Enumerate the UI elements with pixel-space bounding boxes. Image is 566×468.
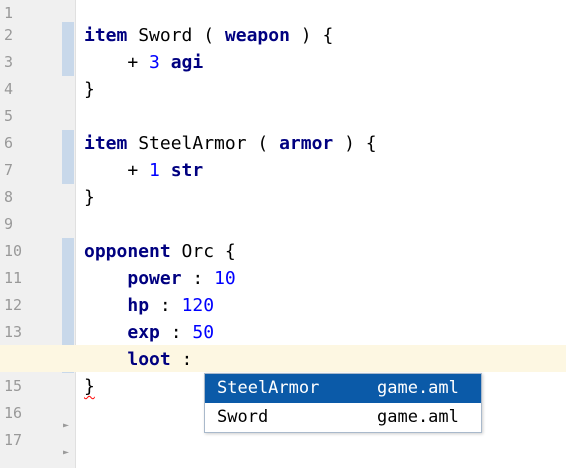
fold-marker-block-1[interactable]	[62, 22, 74, 76]
autocomplete-popup: SteelArmor game.aml Sword game.aml	[204, 373, 482, 433]
code-line-8[interactable]: }	[84, 184, 95, 211]
code-line-7[interactable]: + 1 str	[84, 157, 203, 184]
code-line-3[interactable]: + 3 agi	[84, 49, 203, 76]
property-key: exp	[127, 322, 160, 343]
line-number-15: 15	[4, 377, 23, 395]
item-type: armor	[279, 133, 334, 154]
property-separator: :	[149, 295, 182, 316]
property-key: power	[127, 268, 182, 289]
autocomplete-item-sword[interactable]: Sword game.aml	[205, 403, 481, 432]
code-line-14[interactable]: loot :	[84, 346, 192, 373]
line-number-6: 6	[4, 134, 14, 152]
code-line-10[interactable]: opponent Orc {	[84, 238, 236, 265]
property-separator: :	[181, 268, 215, 289]
code-line-13[interactable]: exp : 50	[84, 319, 214, 346]
line-number-gutter: 1 2 3 4 5 6 7 8 9 10 11 12 13 14 15 16 1…	[0, 0, 76, 468]
property-key: loot	[127, 349, 171, 370]
modifier-prefix: +	[84, 52, 150, 73]
fold-marker-block-2[interactable]	[62, 130, 74, 184]
code-line-2[interactable]: item Sword ( weapon ) {	[84, 22, 333, 49]
line-number-16: 16	[4, 404, 23, 422]
line-number-11: 11	[4, 269, 23, 287]
modifier-prefix: +	[84, 160, 150, 181]
property-separator: :	[159, 322, 193, 343]
keyword-item: item	[84, 133, 128, 154]
autocomplete-item-file: game.aml	[377, 407, 459, 427]
code-line-15[interactable]: }	[84, 373, 95, 400]
line-number-17: 17	[4, 431, 23, 449]
keyword-opponent: opponent	[84, 241, 171, 262]
line-number-10: 10	[4, 242, 23, 260]
item-brace: ) {	[289, 25, 334, 46]
line-number-13: 13	[4, 323, 23, 341]
property-key: hp	[127, 295, 150, 316]
property-value: 50	[192, 322, 215, 343]
line-number-12: 12	[4, 296, 23, 314]
code-line-4[interactable]: }	[84, 76, 95, 103]
closing-brace-error: }	[84, 376, 95, 397]
item-name: SteelArmor (	[127, 133, 280, 154]
item-name: Sword (	[127, 25, 225, 46]
code-line-11[interactable]: power : 10	[84, 265, 236, 292]
modifier-attribute: agi	[170, 52, 204, 73]
line-number-4: 4	[4, 80, 14, 98]
keyword-item: item	[84, 25, 128, 46]
autocomplete-item-steelarmor[interactable]: SteelArmor game.aml	[205, 374, 481, 403]
code-line-12[interactable]: hp : 120	[84, 292, 214, 319]
line-number-7: 7	[4, 161, 14, 179]
line-number-3: 3	[4, 53, 14, 71]
item-type: weapon	[224, 25, 290, 46]
autocomplete-item-file: game.aml	[377, 378, 459, 398]
modifier-value: 3	[149, 52, 160, 73]
item-brace: ) {	[333, 133, 377, 154]
property-value: 10	[214, 268, 236, 289]
property-separator: :	[170, 349, 193, 370]
property-value: 120	[181, 295, 215, 316]
collapse-arrow-icon[interactable]: ►	[63, 447, 69, 459]
collapse-arrow-icon[interactable]: ►	[63, 420, 69, 432]
autocomplete-item-name: SteelArmor	[217, 378, 320, 398]
line-number-9: 9	[4, 215, 14, 233]
autocomplete-item-name: Sword	[217, 407, 269, 427]
modifier-attribute: str	[170, 160, 204, 181]
modifier-value: 1	[149, 160, 160, 181]
line-number-8: 8	[4, 188, 14, 206]
opponent-name: Orc {	[170, 241, 236, 262]
line-number-5: 5	[4, 107, 14, 125]
code-line-6[interactable]: item SteelArmor ( armor ) {	[84, 130, 377, 157]
line-number-2: 2	[4, 26, 14, 44]
